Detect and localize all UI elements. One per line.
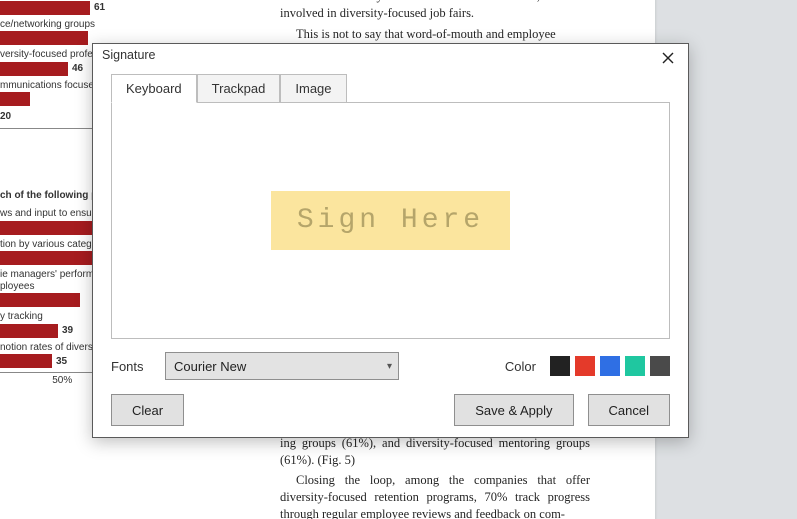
chart-bar — [0, 62, 68, 76]
save-apply-button[interactable]: Save & Apply — [454, 394, 573, 426]
axis-tick: 50% — [52, 375, 72, 386]
font-select[interactable]: Courier New ▾ — [165, 352, 399, 380]
signature-placeholder: Sign Here — [271, 191, 510, 250]
doc-line: Closing the loop, among the companies th… — [280, 472, 590, 519]
clear-button[interactable]: Clear — [111, 394, 184, 426]
tab-bar: Keyboard Trackpad Image — [111, 74, 688, 103]
doc-line: This is not to say that word-of-mouth an… — [280, 26, 590, 43]
chart-bar — [0, 92, 30, 106]
chart-bar — [0, 354, 52, 368]
chart-bar — [0, 1, 90, 15]
chart-bar — [0, 293, 80, 307]
color-swatch-grey[interactable] — [650, 356, 670, 376]
fonts-label: Fonts — [111, 359, 165, 374]
cancel-button[interactable]: Cancel — [588, 394, 670, 426]
bar-value: 20 — [0, 111, 11, 122]
doc-line: ate school diversity associations to rec… — [280, 0, 590, 22]
doc-line: ing groups (61%), and diversity-focused … — [280, 435, 590, 469]
color-swatch-red[interactable] — [575, 356, 595, 376]
close-icon — [662, 52, 674, 64]
dialog-title: Signature — [102, 48, 156, 62]
bar-label: ce/networking groups — [0, 19, 260, 31]
bar-value: 46 — [72, 63, 83, 74]
signature-canvas[interactable]: Sign Here — [111, 102, 670, 339]
color-swatch-blue[interactable] — [600, 356, 620, 376]
font-select-value: Courier New — [174, 359, 246, 374]
bar-value: 35 — [56, 356, 67, 367]
color-swatch-teal[interactable] — [625, 356, 645, 376]
bar-value: 61 — [94, 2, 105, 13]
color-swatches — [550, 356, 670, 376]
close-button[interactable] — [654, 46, 682, 70]
tab-trackpad[interactable]: Trackpad — [197, 74, 281, 103]
signature-dialog: Signature Keyboard Trackpad Image Sign H… — [92, 43, 689, 438]
tab-keyboard[interactable]: Keyboard — [111, 74, 197, 103]
chart-bar — [0, 324, 58, 338]
tab-image[interactable]: Image — [280, 74, 346, 103]
chart-bar — [0, 31, 88, 45]
color-label: Color — [505, 359, 536, 374]
chevron-down-icon: ▾ — [387, 361, 392, 372]
color-swatch-black[interactable] — [550, 356, 570, 376]
bar-value: 39 — [62, 325, 73, 336]
